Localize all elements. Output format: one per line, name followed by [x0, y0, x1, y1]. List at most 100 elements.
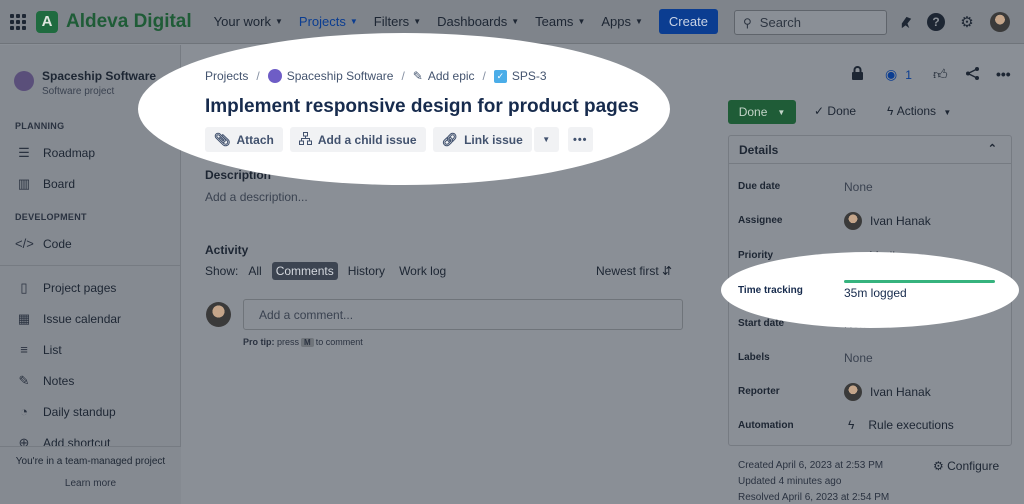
brand-logo[interactable]: A Aldeva Digital	[36, 10, 192, 33]
board-icon: ▥	[17, 175, 31, 191]
breadcrumb-projects[interactable]: Projects	[205, 69, 248, 83]
link-icon: 🔗︎	[441, 131, 459, 147]
standup-icon: ◔	[20, 404, 28, 419]
show-label: Show:	[205, 264, 239, 278]
search-placeholder: Search	[759, 15, 801, 30]
help-icon[interactable]: ?	[925, 11, 947, 33]
due-date-value[interactable]: None	[844, 180, 873, 194]
calendar-icon: ▦	[17, 310, 31, 326]
chevron-down-icon: ▼	[274, 17, 283, 26]
chevron-down-icon: ▼	[413, 17, 422, 26]
more-toolbar-button[interactable]: •••	[567, 127, 593, 152]
chevron-down-icon: ▼	[943, 108, 952, 117]
nav-your-work[interactable]: Your work ▼	[214, 0, 283, 44]
updated-timestamp: Updated 4 minutes ago	[738, 476, 842, 487]
share-icon[interactable]	[965, 66, 980, 81]
team-managed-note: You're in a team-managed project	[15, 456, 166, 467]
sidebar-footer: You're in a team-managed project Learn m…	[0, 446, 181, 504]
details-heading[interactable]: Details ⌃	[729, 136, 1011, 164]
sidebar-item-issue-calendar[interactable]: ▦ Issue calendar	[15, 303, 180, 334]
hierarchy-icon	[298, 131, 312, 148]
search-input[interactable]: ⚲ Search	[734, 10, 887, 35]
breadcrumb-project[interactable]: Spaceship Software	[287, 69, 394, 83]
reporter-value[interactable]: Ivan Hanak	[844, 383, 931, 401]
lock-icon[interactable]	[851, 66, 864, 81]
sidebar-item-notes[interactable]: ✎ Notes	[15, 365, 180, 396]
list-icon: ≡	[20, 342, 28, 357]
sidebar-item-roadmap[interactable]: ☰ Roadmap	[15, 137, 180, 168]
add-child-issue-button[interactable]: Add a child issue	[289, 127, 426, 152]
notes-icon: ✎	[18, 372, 30, 388]
project-name: Spaceship Software	[42, 69, 157, 83]
project-type: Software project	[42, 86, 115, 97]
due-date-label: Due date	[738, 181, 781, 192]
filter-all[interactable]: All	[244, 262, 265, 280]
assignee-value[interactable]: Ivan Hanak	[844, 212, 931, 230]
watch-button[interactable]: ◉ 1	[885, 66, 912, 83]
gear-icon: ⚙	[933, 459, 944, 473]
project-avatar-icon	[14, 71, 34, 91]
sidebar-item-project-pages[interactable]: ▯ Project pages	[15, 272, 180, 303]
notifications-icon[interactable]	[895, 11, 917, 33]
time-tracking-value[interactable]: 35m logged	[844, 286, 907, 300]
activity-heading: Activity	[205, 243, 249, 257]
nav-teams[interactable]: Teams ▼	[535, 0, 585, 44]
assignee-label: Assignee	[738, 215, 783, 226]
more-icon: •••	[572, 133, 588, 146]
time-tracking-fill	[844, 280, 995, 283]
eye-icon: ◉	[885, 66, 898, 82]
pencil-icon: ✎	[412, 69, 423, 83]
watchers-count: 1	[905, 67, 912, 82]
priority-label: Priority	[738, 250, 774, 261]
breadcrumb-issue-key[interactable]: SPS-3	[512, 69, 547, 83]
code-icon: </>	[15, 236, 34, 251]
configure-button[interactable]: ⚙ Configure	[933, 459, 999, 473]
filter-comments[interactable]: Comments	[271, 262, 338, 280]
top-navigation-bar: A Aldeva Digital Your work ▼ Projects ▼ Fi…	[0, 0, 1024, 44]
time-tracking-bar[interactable]	[844, 280, 995, 283]
app-switcher-icon[interactable]	[10, 13, 26, 30]
actions-menu[interactable]: ϟ Actions ▼	[887, 104, 951, 118]
breadcrumb: Projects / Spaceship Software / ✎ Add ep…	[205, 69, 547, 83]
learn-more-link[interactable]: Learn more	[0, 478, 181, 489]
description-field[interactable]: Add a description...	[205, 190, 308, 204]
sidebar-item-list[interactable]: ≡ List	[15, 334, 180, 365]
thumbs-up-icon[interactable]: 👍︎	[933, 66, 948, 83]
status-dropdown[interactable]: Done ▼	[728, 100, 796, 124]
sidebar-item-code[interactable]: </> Code	[15, 228, 180, 259]
brand-name: Aldeva Digital	[66, 10, 192, 32]
automation-value[interactable]: ϟ Rule executions	[844, 418, 954, 432]
labels-value[interactable]: None	[844, 351, 873, 365]
breadcrumb-add-epic[interactable]: Add epic	[428, 69, 475, 83]
nav-apps[interactable]: Apps ▼	[601, 0, 643, 44]
assignee-avatar	[844, 212, 862, 230]
filter-work-log[interactable]: Work log	[395, 262, 450, 280]
issue-title[interactable]: Implement responsive design for product …	[205, 96, 639, 118]
created-timestamp: Created April 6, 2023 at 2:53 PM	[738, 460, 884, 471]
reporter-label: Reporter	[738, 386, 780, 397]
sort-toggle[interactable]: Newest first ⇵	[596, 264, 672, 278]
reporter-avatar	[844, 383, 862, 401]
more-actions-icon[interactable]: •••	[996, 66, 1011, 82]
project-avatar-icon	[267, 69, 282, 83]
chevron-down-icon: ▼	[577, 17, 586, 26]
sidebar-item-board[interactable]: ▥ Board	[15, 168, 180, 199]
user-avatar[interactable]	[990, 12, 1010, 32]
sidebar-item-daily-standup[interactable]: ◔ Daily standup	[15, 396, 180, 427]
comment-avatar	[206, 302, 231, 327]
keyboard-key: M	[301, 338, 314, 347]
attach-button[interactable]: 📎︎ Attach	[205, 127, 283, 152]
link-issue-button[interactable]: 🔗︎ Link issue	[432, 127, 532, 152]
lightning-icon: ϟ	[887, 104, 894, 118]
filter-history[interactable]: History	[344, 262, 389, 280]
chevron-down-icon: ▼	[777, 107, 786, 117]
chevron-down-icon: ▼	[349, 17, 358, 26]
sidebar-divider	[0, 265, 180, 266]
link-issue-dropdown[interactable]: ▼	[533, 127, 559, 152]
time-tracking-label: Time tracking	[738, 285, 803, 296]
sort-icon: ⇵	[662, 264, 673, 278]
comment-input[interactable]: Add a comment...	[243, 299, 683, 330]
create-button[interactable]: Create	[658, 9, 718, 34]
search-icon: ⚲	[743, 15, 752, 30]
settings-gear-icon[interactable]: ⚙	[956, 11, 978, 33]
